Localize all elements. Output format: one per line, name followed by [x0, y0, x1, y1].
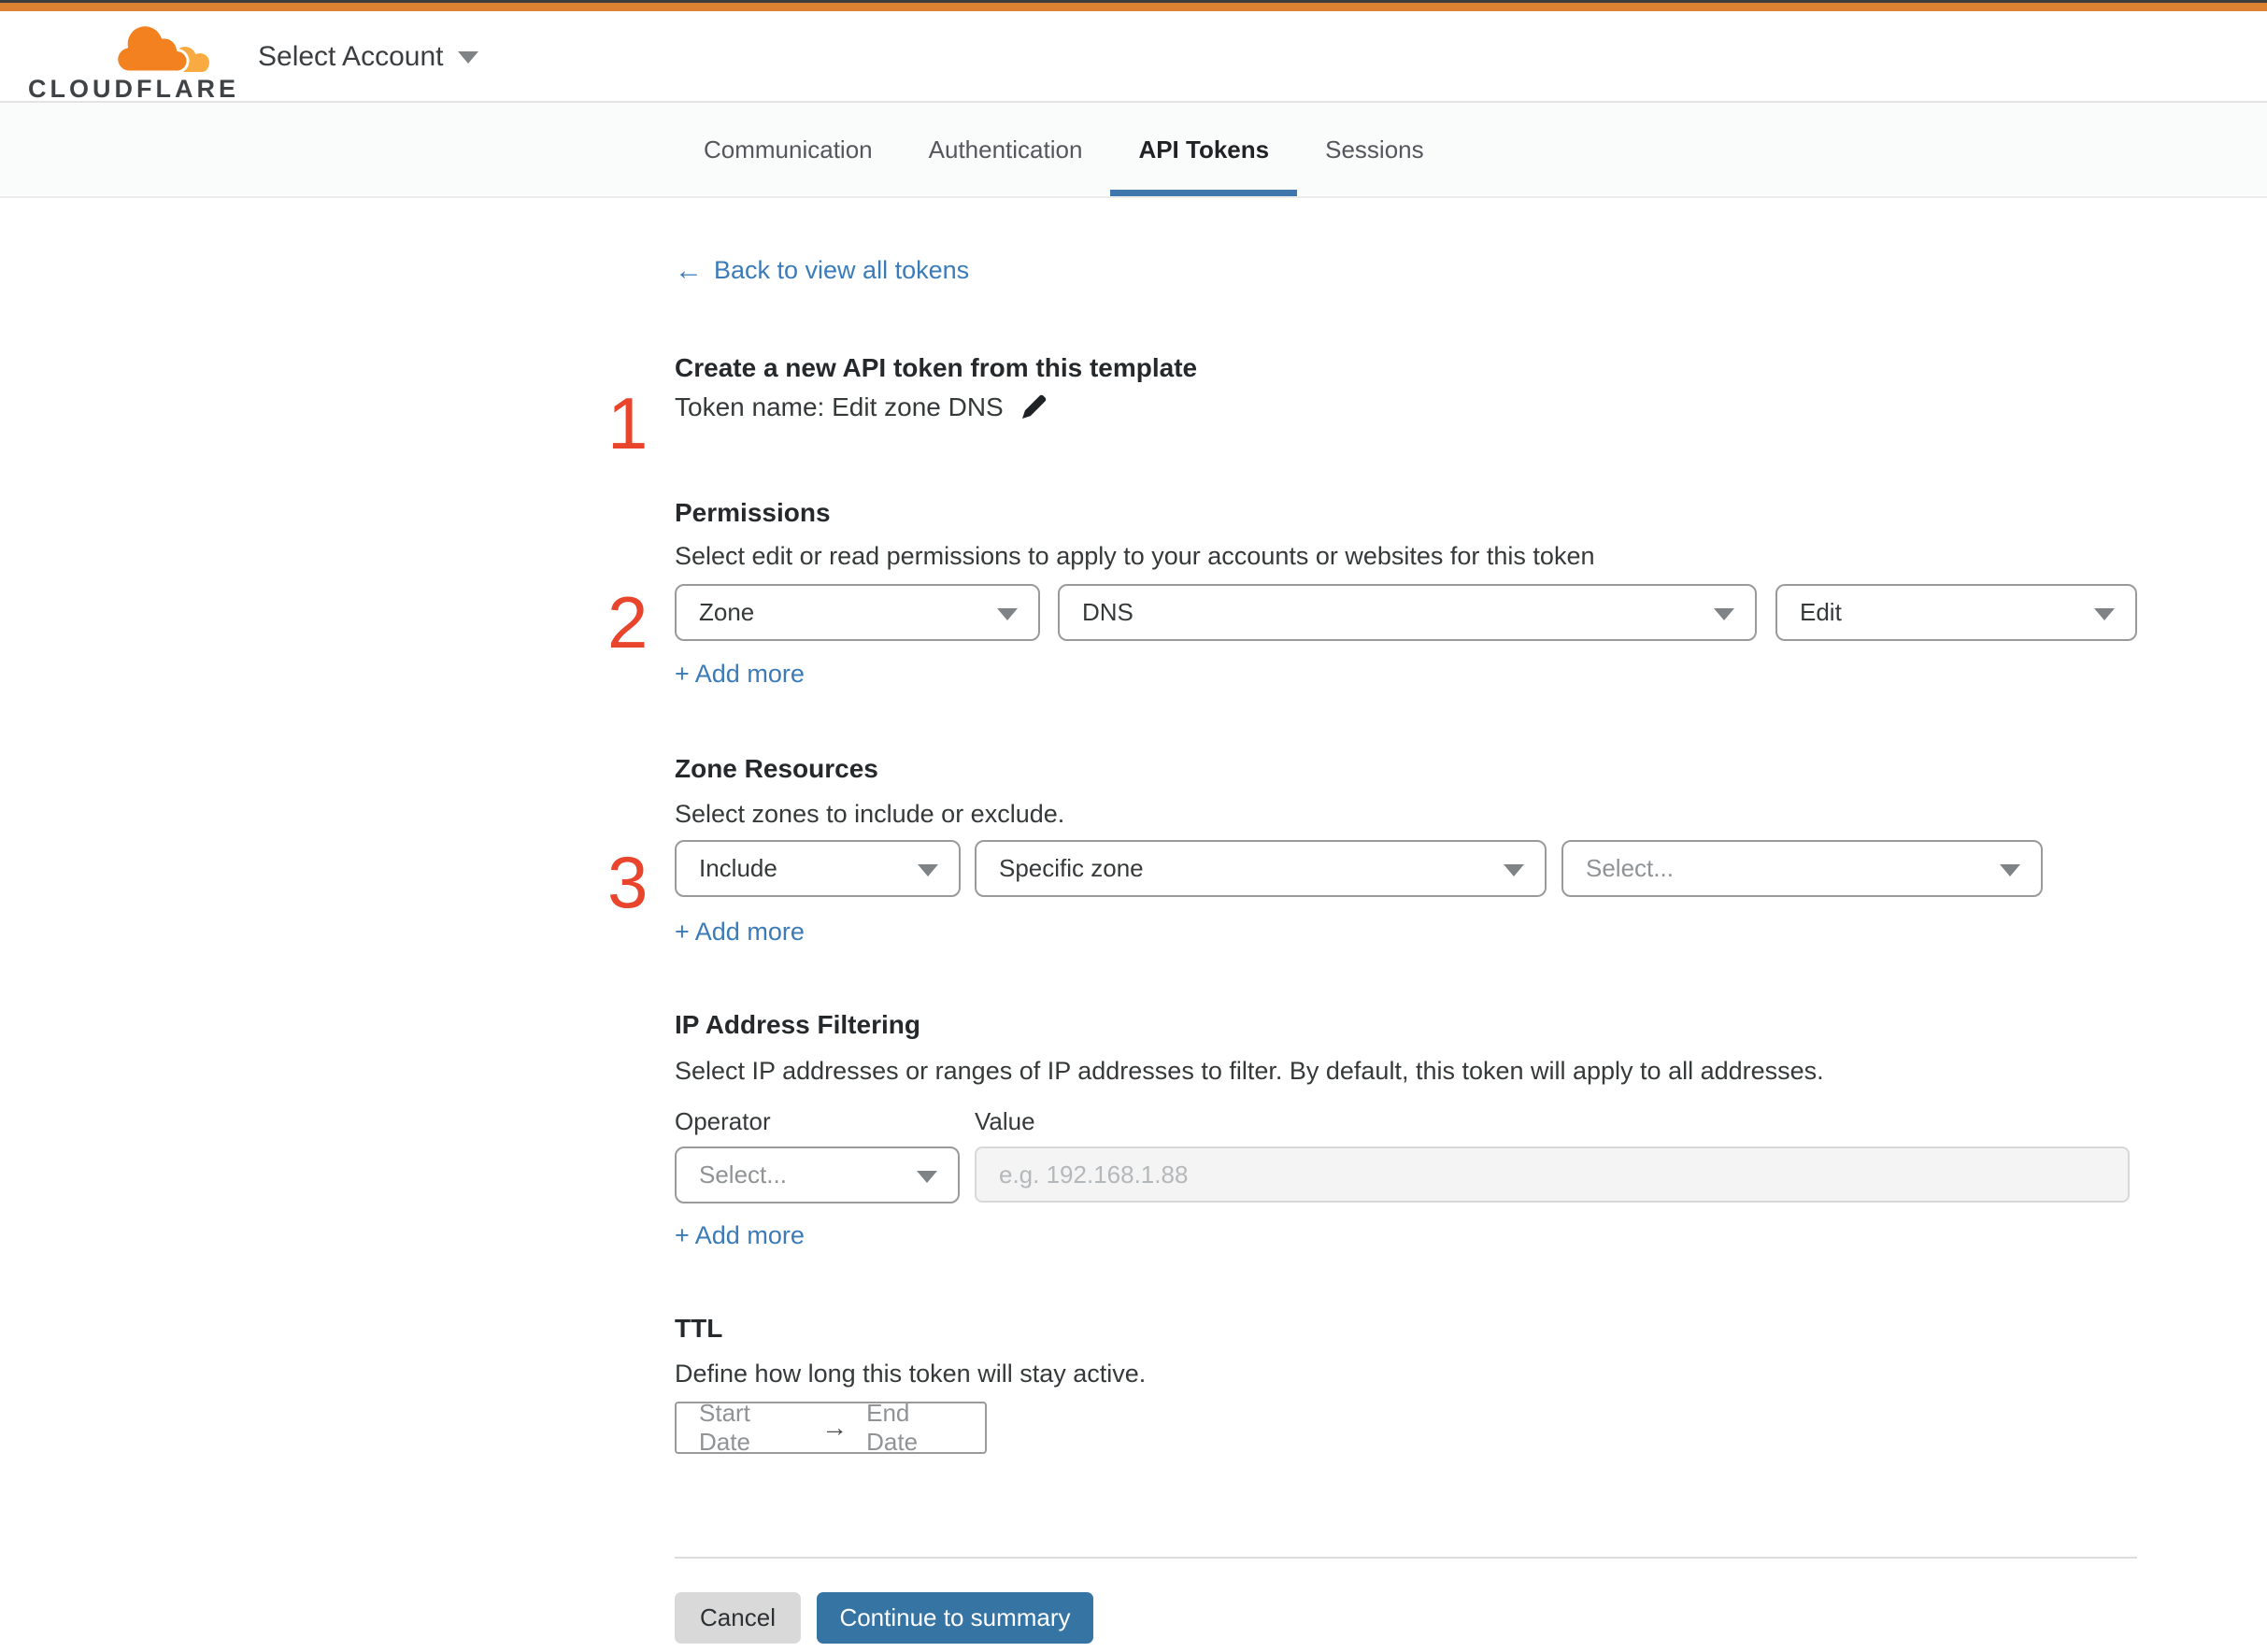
zone-picker-placeholder: Select...	[1586, 854, 1674, 882]
permission-resource-value: DNS	[1082, 598, 1134, 626]
permissions-add-more-link[interactable]: + Add more	[675, 660, 805, 689]
chevron-down-icon	[2000, 863, 2020, 876]
cloudflare-api-token-page: CLOUDFLARE Select Account Communication …	[0, 0, 2267, 1652]
zone-scope-value: Specific zone	[999, 854, 1144, 882]
chevron-down-icon	[1714, 607, 1734, 620]
chevron-down-icon	[917, 1170, 937, 1183]
chevron-down-icon	[918, 863, 938, 876]
zone-resources-subtitle: Select zones to include or exclude.	[675, 800, 1065, 828]
permissions-heading: Permissions	[675, 498, 831, 527]
page-header: CLOUDFLARE Select Account	[0, 11, 2267, 103]
zone-resources-heading: Zone Resources	[675, 754, 878, 783]
edit-pencil-icon[interactable]	[1019, 392, 1048, 422]
account-selector-label: Select Account	[258, 41, 444, 72]
ip-operator-placeholder: Select...	[699, 1161, 787, 1189]
token-name-line: Token name: Edit zone DNS	[675, 392, 1048, 422]
tab-list: Communication Authentication API Tokens …	[676, 103, 1452, 196]
ttl-subtitle: Define how long this token will stay act…	[675, 1360, 1147, 1388]
cloudflare-logo[interactable]: CLOUDFLARE	[28, 17, 235, 103]
step-number-3: 3	[607, 841, 649, 923]
tab-communication[interactable]: Communication	[676, 103, 901, 196]
zone-include-select[interactable]: Include	[675, 840, 961, 897]
back-to-tokens-link[interactable]: ← Back to view all tokens	[675, 256, 969, 285]
tab-strip: Communication Authentication API Tokens …	[0, 103, 2267, 198]
cloudflare-logo-text: CLOUDFLARE	[28, 75, 239, 103]
cancel-button[interactable]: Cancel	[675, 1592, 801, 1644]
footer-divider	[675, 1557, 2137, 1559]
right-arrow-icon: →	[821, 1413, 848, 1442]
ip-value-input[interactable]	[975, 1146, 2130, 1203]
tab-api-tokens[interactable]: API Tokens	[1110, 103, 1297, 196]
permission-scope-value: Zone	[699, 598, 755, 626]
zone-include-value: Include	[699, 854, 777, 882]
step-number-1: 1	[607, 382, 649, 464]
step-number-2: 2	[607, 581, 649, 663]
create-token-heading: Create a new API token from this templat…	[675, 353, 1198, 382]
permission-access-value: Edit	[1800, 598, 1842, 626]
account-selector[interactable]: Select Account	[258, 11, 479, 103]
operator-label: Operator	[675, 1107, 771, 1135]
start-date-placeholder: Start Date	[699, 1399, 750, 1456]
chevron-down-icon	[1504, 863, 1524, 876]
top-orange-accent-bar	[0, 3, 2267, 11]
tab-authentication[interactable]: Authentication	[901, 103, 1111, 196]
zone-scope-select[interactable]: Specific zone	[975, 840, 1547, 897]
ip-operator-select[interactable]: Select...	[675, 1146, 960, 1203]
ip-filtering-add-more-link[interactable]: + Add more	[675, 1221, 805, 1250]
back-link-label: Back to view all tokens	[714, 256, 970, 284]
permissions-subtitle: Select edit or read permissions to apply…	[675, 542, 1595, 570]
zone-picker-select[interactable]: Select...	[1561, 840, 2043, 897]
chevron-down-icon	[2094, 607, 2115, 620]
back-arrow-icon: ←	[675, 254, 703, 286]
ip-filtering-subtitle: Select IP addresses or ranges of IP addr…	[675, 1057, 1824, 1085]
zone-resources-add-more-link[interactable]: + Add more	[675, 918, 805, 947]
ttl-heading: TTL	[675, 1314, 723, 1343]
end-date-placeholder: End Date	[866, 1399, 919, 1456]
cloudflare-cloud-icon	[114, 23, 211, 81]
chevron-down-icon	[458, 50, 479, 64]
ttl-date-range-picker[interactable]: Start Date → End Date	[675, 1399, 987, 1456]
continue-to-summary-button[interactable]: Continue to summary	[817, 1592, 1093, 1644]
chevron-down-icon	[997, 607, 1018, 620]
tab-sessions[interactable]: Sessions	[1297, 103, 1452, 196]
value-label: Value	[975, 1107, 1035, 1135]
permission-scope-select[interactable]: Zone	[675, 584, 1040, 641]
ip-filtering-heading: IP Address Filtering	[675, 1010, 920, 1039]
permission-resource-select[interactable]: DNS	[1058, 584, 1757, 641]
permission-access-select[interactable]: Edit	[1775, 584, 2137, 641]
token-name-text: Token name: Edit zone DNS	[675, 392, 1004, 421]
